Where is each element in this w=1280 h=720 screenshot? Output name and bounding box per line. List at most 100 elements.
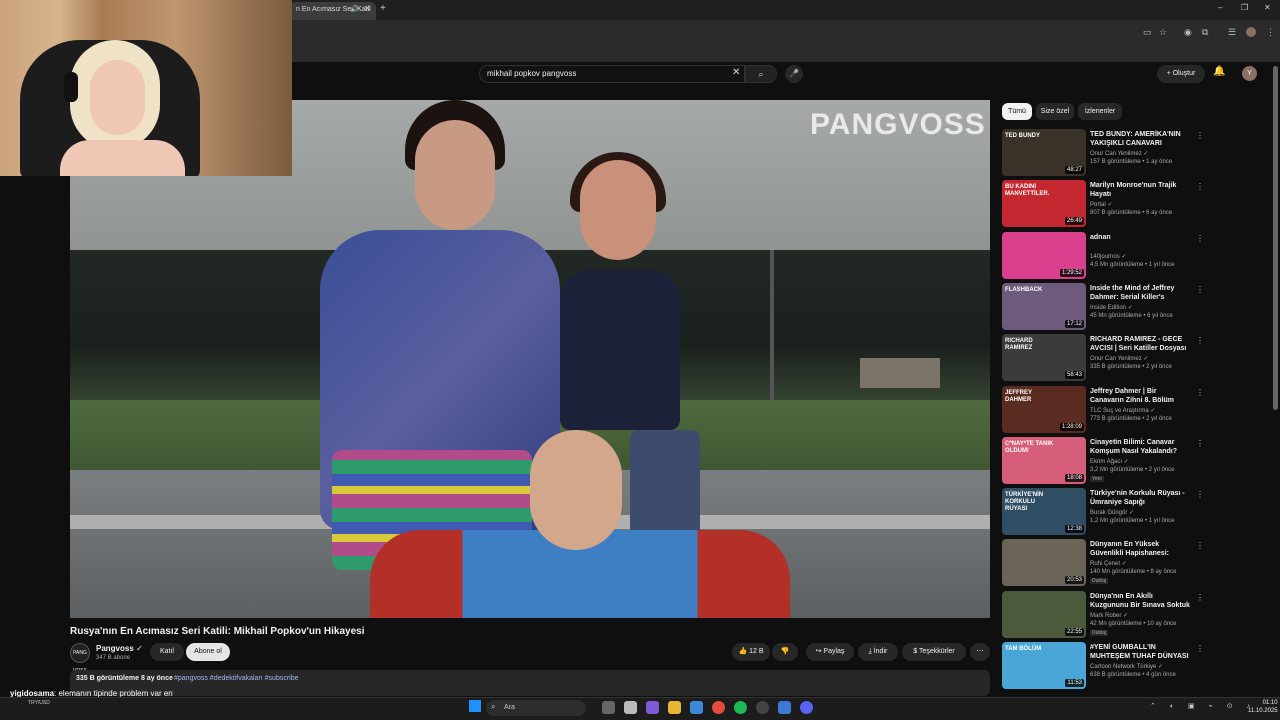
recommendation-thumbnail[interactable]: RICHARD RAMIREZ 58:43 <box>1002 334 1086 382</box>
recommendation-title[interactable]: Jeffrey Dahmer | Bir Canavarın Zihni 8. … <box>1090 387 1190 405</box>
recommendation-title[interactable]: RICHARD RAMIREZ - GECE AVCISI | Seri Kat… <box>1090 335 1190 353</box>
recommendation-item[interactable]: TED BUNDY 48:27 TED BUNDY: AMERİKA'NIN YAK… <box>1002 129 1270 177</box>
more-options-icon[interactable]: ⋮ <box>1196 234 1204 243</box>
like-button[interactable]: 👍 12 B <box>732 643 770 661</box>
more-options-icon[interactable]: ⋮ <box>1196 285 1204 294</box>
recommendation-thumbnail[interactable]: JEFFREY DAHMER 1:28:09 <box>1002 385 1086 433</box>
recommendation-channel[interactable]: Portal ✓ <box>1090 201 1112 208</box>
recommendation-title[interactable]: Dünya'nın En Akıllı Kuzgununu Bir Sınava… <box>1090 592 1190 610</box>
channel-name-text[interactable]: Pangvoss <box>96 644 134 653</box>
more-options-icon[interactable]: ⋮ <box>1196 644 1204 653</box>
recommendation-item[interactable]: FLASHBACK 17:12 Inside the Mind of Jeffrey… <box>1002 282 1270 331</box>
recommendation-title[interactable]: Dünyanın En Yüksek Güvenlikli Hapishanes… <box>1090 540 1190 558</box>
recommendation-item[interactable]: 22:55 Dünya'nın En Akıllı Kuzgununu Bir S… <box>1002 590 1270 639</box>
widgets-icon[interactable] <box>624 701 637 714</box>
cast-icon[interactable]: ▭ <box>1143 27 1152 38</box>
recommendation-thumbnail[interactable]: TED BUNDY 48:27 <box>1002 129 1086 176</box>
windows-start-icon[interactable] <box>469 700 481 712</box>
spotify-icon[interactable] <box>734 701 747 714</box>
recommendation-channel[interactable]: Ruhi Çenet ✓ <box>1090 560 1127 567</box>
puzzle-icon[interactable]: ⧉ <box>1202 27 1208 38</box>
chip-watched[interactable]: İzlenenler <box>1078 103 1122 120</box>
recommendation-channel[interactable]: Mark Rober ✓ <box>1090 612 1128 619</box>
channel-avatar[interactable]: PANG VOSS <box>70 643 90 674</box>
new-tab-button[interactable]: + <box>380 3 386 14</box>
more-options-icon[interactable]: ⋮ <box>1196 182 1204 191</box>
more-options-icon[interactable]: ⋮ <box>1196 439 1204 448</box>
minimize-button[interactable]: – <box>1218 3 1222 12</box>
join-button[interactable]: Katıl <box>150 643 184 661</box>
recommendation-thumbnail[interactable]: 20:53 <box>1002 539 1086 587</box>
discord-icon[interactable] <box>800 701 813 714</box>
taskbar-search[interactable]: Ara <box>486 700 586 716</box>
hashtags[interactable]: #pangvoss #dedektifvakaları #subscribe <box>174 675 299 682</box>
extension-icon[interactable]: ◉ <box>1184 27 1192 38</box>
task-view-icon[interactable] <box>602 701 615 714</box>
settings-icon[interactable] <box>690 701 703 714</box>
recommendation-title[interactable]: #YENİ GUMBALL'IN MUHTEŞEM TUHAF DÜNYASI … <box>1090 643 1190 661</box>
recommendation-item[interactable]: TÜRKİYE'NİN KORKULU RÜYASI 12:38 Türkiye'n… <box>1002 488 1270 536</box>
more-options-icon[interactable]: ⋮ <box>1196 541 1204 550</box>
tab-audio-icon[interactable]: 🔊 <box>350 5 359 13</box>
recommendation-channel[interactable]: Inside Edition ✓ <box>1090 304 1133 311</box>
recommendation-item[interactable]: 20:53 Dünyanın En Yüksek Güvenlikli Hapis… <box>1002 539 1270 587</box>
recommendation-item[interactable]: 1:29:52 adnan 140journos ✓ 4,5 Mn görüntüle… <box>1002 231 1270 280</box>
tab-close-icon[interactable]: ✕ <box>364 4 371 13</box>
system-tray-icons[interactable]: ⌃ ◐ ▣ ⌁ ⊙ ♪ <box>1150 702 1256 710</box>
search-button[interactable]: ⌕ <box>745 65 777 83</box>
recommendation-title[interactable]: TED BUNDY: AMERİKA'NIN YAKIŞIKLI CANAVAR… <box>1090 130 1190 148</box>
dislike-button[interactable]: 👎 <box>772 643 798 661</box>
recommendation-item[interactable]: JEFFREY DAHMER 1:28:09 Jeffrey Dahmer | Bi… <box>1002 385 1270 434</box>
more-options-icon[interactable]: ⋮ <box>1196 131 1204 140</box>
search-input[interactable]: mikhail popkov pangvoss <box>479 65 745 83</box>
recommendation-title[interactable]: Inside the Mind of Jeffrey Dahmer: Seria… <box>1090 284 1190 302</box>
file-explorer-icon[interactable] <box>668 701 681 714</box>
chip-for-you[interactable]: Size özel <box>1036 103 1074 120</box>
recommendation-thumbnail[interactable]: 22:55 <box>1002 590 1086 638</box>
weather-widget[interactable]: TRY/USD <box>28 700 50 706</box>
more-options-icon[interactable]: ⋮ <box>1196 388 1204 397</box>
scrollbar[interactable] <box>1273 66 1278 410</box>
account-avatar[interactable]: Y <box>1242 66 1257 81</box>
more-options-icon[interactable]: ⋮ <box>1196 593 1204 602</box>
recommendation-channel[interactable]: Ekrim Ağacı ✓ <box>1090 458 1129 465</box>
more-options-icon[interactable]: ⋮ <box>1196 336 1204 345</box>
recommendation-title[interactable]: Marilyn Monroe'nun Trajik Hayatı <box>1090 181 1190 199</box>
clear-search-icon[interactable]: ✕ <box>732 67 740 78</box>
recommendation-thumbnail[interactable]: FLASHBACK 17:12 <box>1002 282 1086 330</box>
recommendation-title[interactable]: Türkiye'nin Korkulu Rüyası - Ümraniye Sa… <box>1090 489 1190 507</box>
menu-icon[interactable]: ⋮ <box>1266 27 1275 38</box>
recommendation-channel[interactable]: 140journos ✓ <box>1090 253 1126 260</box>
recommendation-channel[interactable]: Onur Can Yenilmez ✓ <box>1090 150 1148 157</box>
chrome-icon[interactable] <box>712 701 725 714</box>
recommendation-channel[interactable]: Burak Güngör ✓ <box>1090 509 1134 516</box>
more-options-icon[interactable]: ⋮ <box>1196 490 1204 499</box>
subscribe-button[interactable]: Abone ol <box>186 643 230 661</box>
channel-name[interactable]: Pangvoss ✓ <box>96 644 143 653</box>
sidebar-icon[interactable]: ☰ <box>1228 27 1236 38</box>
recommendation-item[interactable]: C*NAY*TE TANIK OLDUM! 18:08 Cinayetin Bili… <box>1002 436 1270 485</box>
chip-all[interactable]: Tümü <box>1002 103 1032 120</box>
recommendation-thumbnail[interactable]: 1:29:52 <box>1002 231 1086 279</box>
recommendation-title[interactable]: adnan <box>1090 233 1190 242</box>
github-icon[interactable] <box>756 701 769 714</box>
close-window-button[interactable]: ✕ <box>1264 3 1271 12</box>
recommendation-item[interactable]: TAM BÖLÜM 11:53 #YENİ GUMBALL'IN MUHTEŞEM … <box>1002 642 1270 690</box>
profile-avatar-icon[interactable] <box>1246 27 1256 37</box>
download-button[interactable]: ⤓ İndir <box>858 643 898 661</box>
bookmark-star-icon[interactable]: ☆ <box>1159 27 1167 38</box>
recommendation-thumbnail[interactable]: C*NAY*TE TANIK OLDUM! 18:08 <box>1002 436 1086 484</box>
recommendation-channel[interactable]: Onur Can Yenilmez ✓ <box>1090 355 1148 362</box>
video-player[interactable]: PANGVOSS <box>70 100 990 618</box>
more-actions-button[interactable]: ⋯ <box>970 643 990 661</box>
recommendation-thumbnail[interactable]: TÜRKİYE'NİN KORKULU RÜYASI 12:38 <box>1002 488 1086 536</box>
recommendation-title[interactable]: Cinayetin Bilimi: Canavar Komşum Nasıl Y… <box>1090 438 1190 456</box>
description-box[interactable] <box>70 670 990 696</box>
recommendation-item[interactable]: RICHARD RAMIREZ 58:43 RICHARD RAMIREZ - GE… <box>1002 334 1270 382</box>
recommendation-item[interactable]: BU KADINI MANVETTİLER. 26:49 Marilyn Monro… <box>1002 180 1270 228</box>
share-button[interactable]: ↪ Paylaş <box>806 643 854 661</box>
app-icon-1[interactable] <box>646 701 659 714</box>
recommendation-thumbnail[interactable]: BU KADINI MANVETTİLER. 26:49 <box>1002 180 1086 228</box>
taskbar-clock[interactable]: 01:10 11.10.2025 <box>1248 699 1278 715</box>
mic-icon[interactable]: 🎤 <box>785 65 803 83</box>
